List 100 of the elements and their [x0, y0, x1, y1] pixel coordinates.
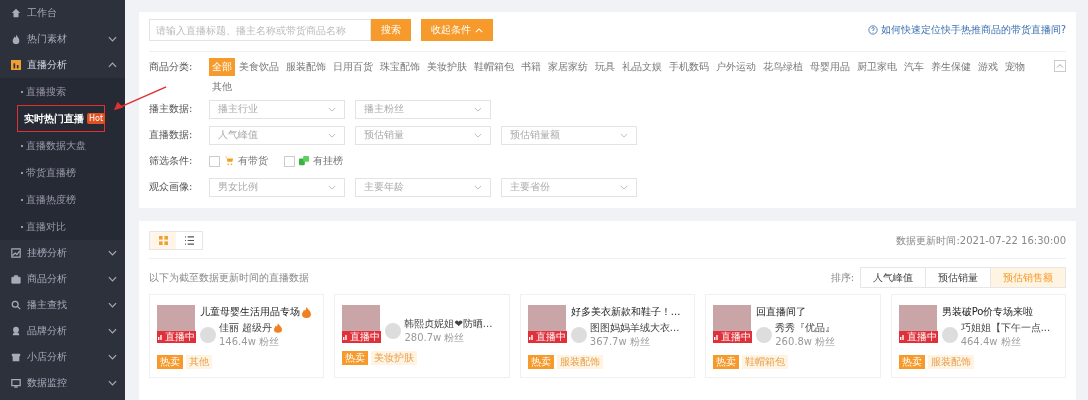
- medal-icon: [11, 326, 21, 336]
- live-card[interactable]: 直播中 儿童母婴生活用品专场 佳丽 超级丹 146.4w 粉丝 热卖 其他: [149, 294, 325, 378]
- filter-label: 筛选条件:: [149, 154, 194, 168]
- category-option[interactable]: 手机数码: [666, 58, 712, 76]
- nav-subitem[interactable]: 直播搜索: [0, 78, 125, 105]
- streamer-name: 秀秀『优品』: [775, 321, 836, 335]
- checkbox[interactable]: [209, 155, 220, 167]
- avatar: [385, 323, 402, 339]
- signal-icon: [343, 334, 350, 340]
- caret-icon: [620, 184, 628, 190]
- shop-icon: [11, 352, 21, 362]
- caret-icon: [108, 276, 117, 282]
- sort-label: 排序:: [830, 270, 854, 285]
- live-badge: 直播中: [342, 331, 382, 343]
- search-icon: [11, 300, 21, 310]
- help-link[interactable]: 如何快速定位快手热推商品的带货直播间?: [880, 23, 1066, 37]
- live-card[interactable]: 直播中 回直播间了 秀秀『优品』 260.8w 粉丝 热卖 鞋帽箱包: [705, 294, 881, 378]
- category-option[interactable]: 户外运动: [713, 58, 759, 76]
- caret-icon: [328, 184, 336, 190]
- nav-item[interactable]: 品牌分析: [0, 318, 125, 344]
- caret-icon: [108, 354, 117, 360]
- live-title: 男装破Po价专场来啦: [941, 305, 1034, 319]
- hot-tag: 热卖: [713, 355, 740, 369]
- checkbox-label: 有挂榜: [313, 154, 343, 168]
- monitor-icon: [11, 378, 21, 388]
- filter-label: 观众画像:: [149, 180, 194, 194]
- signal-icon: [714, 334, 721, 340]
- nav-subitem-label: 直播数据大盘: [26, 138, 86, 153]
- caret-icon: [108, 302, 117, 308]
- live-badge: 直播中: [713, 331, 753, 343]
- list-icon: [184, 236, 194, 245]
- category-option[interactable]: 美妆护肤: [424, 58, 470, 76]
- category-option[interactable]: 宠物: [1002, 58, 1028, 76]
- category-option[interactable]: 花鸟绿植: [760, 58, 806, 76]
- fan-count: 280.7w 粉丝: [404, 331, 466, 345]
- signal-icon: [158, 334, 164, 340]
- nav-subitem-label: 带货直播榜: [26, 165, 76, 180]
- category-option[interactable]: 服装配饰: [283, 58, 329, 76]
- category-option[interactable]: 日用百货: [330, 58, 376, 76]
- hot-tag: 热卖: [898, 355, 925, 369]
- hot-badge: Hot: [87, 113, 106, 124]
- nav-item[interactable]: 挂榜分析: [0, 240, 125, 266]
- nav-label: 挂榜分析: [27, 246, 68, 260]
- nav-subitem[interactable]: 直播热度榜: [0, 186, 125, 213]
- nav-subitem-label: 直播对比: [26, 219, 66, 234]
- caret-icon: [474, 132, 482, 138]
- home-icon: [11, 8, 21, 18]
- caret-icon: [108, 36, 117, 42]
- category-option[interactable]: 玩具: [592, 58, 618, 76]
- fan-count: 464.4w 粉丝: [960, 335, 1022, 349]
- live-card[interactable]: 直播中 韩熙贞妮姐❤防晒... 280.7w 粉丝 热卖 美妆护肤: [334, 294, 510, 378]
- hot-tag: 热卖: [342, 351, 369, 365]
- streamer-name: 韩熙贞妮姐❤防晒...: [404, 317, 493, 331]
- category-option[interactable]: 美食饮品: [236, 58, 282, 76]
- nav-subitem[interactable]: 直播对比: [0, 213, 125, 240]
- nav-subitem[interactable]: 直播数据大盘: [0, 132, 125, 159]
- collapse-icon[interactable]: [1054, 60, 1066, 72]
- nav-item[interactable]: 工作台: [0, 0, 125, 26]
- fan-count: 146.4w 粉丝: [219, 335, 280, 349]
- category-option[interactable]: 鞋帽箱包: [471, 58, 517, 76]
- nav-label: 直播分析: [27, 58, 68, 72]
- nav-item[interactable]: 小店分析: [0, 344, 125, 370]
- signal-icon: [528, 334, 535, 340]
- nav-item[interactable]: 播主查找: [0, 292, 125, 318]
- category-option[interactable]: 游戏: [975, 58, 1001, 76]
- checkbox[interactable]: [284, 155, 295, 167]
- caret-icon: [474, 106, 482, 112]
- live-card[interactable]: 直播中 男装破Po价专场来啦 巧姐姐【下午一点... 464.4w 粉丝 热卖 服装配饰: [890, 294, 1067, 378]
- nav-label: 品牌分析: [27, 324, 68, 338]
- live-title: 儿童母婴生活用品专场: [200, 305, 300, 319]
- fan-count: 260.8w 粉丝: [775, 335, 836, 349]
- category-option[interactable]: 养生保健: [928, 58, 974, 76]
- live-badge: 直播中: [157, 331, 196, 343]
- category-option[interactable]: 汽车: [901, 58, 927, 76]
- nav-item[interactable]: 数据监控: [0, 370, 125, 396]
- nav-item[interactable]: 商品分析: [0, 266, 125, 292]
- category-option[interactable]: 母婴用品: [807, 58, 853, 76]
- flame-icon: [11, 34, 21, 44]
- nav-subitem[interactable]: 实时热门直播 Hot: [17, 105, 105, 132]
- filter-label: 商品分类:: [149, 60, 194, 74]
- nav-label: 热门素材: [27, 32, 68, 46]
- caret-icon: [328, 106, 336, 112]
- category-option[interactable]: 礼品文娱: [619, 58, 665, 76]
- category-option[interactable]: 厨卫家电: [854, 58, 900, 76]
- flame-icon: [274, 323, 283, 333]
- live-card[interactable]: 直播中 好多美衣新款和鞋子！... 图图妈妈羊绒大衣... 367.7w 粉丝 热卖 服装配饰: [519, 294, 696, 378]
- nav-item[interactable]: 直播分析: [0, 52, 125, 78]
- category-option[interactable]: 家居家纺: [545, 58, 591, 76]
- category-option[interactable]: 书籍: [518, 58, 544, 76]
- nav-item[interactable]: 热门素材: [0, 26, 125, 52]
- caret-icon: [620, 132, 628, 138]
- category-option[interactable]: 其他: [209, 78, 235, 96]
- grid-icon: [158, 236, 168, 245]
- grid-view-button[interactable]: [150, 232, 176, 249]
- category-option[interactable]: 珠宝配饰: [377, 58, 423, 76]
- caret-icon: [108, 380, 117, 386]
- nav-label: 播主查找: [27, 298, 68, 312]
- nav-subitem-label: 直播热度榜: [26, 192, 76, 207]
- filter-label: 播主数据:: [149, 102, 194, 116]
- nav-subitem[interactable]: 带货直播榜: [0, 159, 125, 186]
